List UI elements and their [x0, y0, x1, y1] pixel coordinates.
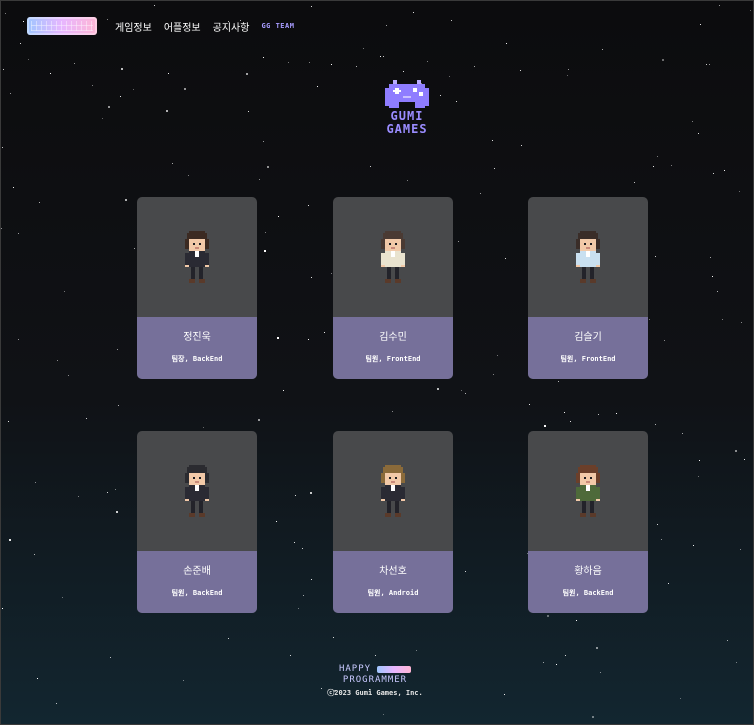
avatar-area — [528, 197, 648, 317]
member-info: 황하음 팀원, BackEnd — [528, 551, 648, 613]
member-info: 정진욱 팀장, BackEnd — [137, 317, 257, 379]
footer-happy-row: HAPPY — [300, 664, 450, 675]
pixel-avatar-icon — [381, 465, 405, 517]
pixel-avatar-icon — [185, 465, 209, 517]
member-role: 팀원, FrontEnd — [560, 355, 616, 363]
nav-notice[interactable]: 공지사항 — [213, 19, 250, 34]
member-role: 팀원, Android — [367, 589, 419, 597]
member-name: 차선호 — [379, 566, 407, 577]
avatar-area — [333, 197, 453, 317]
member-name: 황하음 — [574, 566, 602, 577]
member-info: 김슬기 팀원, FrontEnd — [528, 317, 648, 379]
nav-game-info[interactable]: 게임정보 — [115, 19, 152, 34]
member-role: 팀원, BackEnd — [562, 589, 614, 597]
pixel-avatar-icon — [576, 465, 600, 517]
avatar-area — [137, 197, 257, 317]
member-name: 김수민 — [379, 332, 407, 343]
member-name: 김슬기 — [574, 332, 602, 343]
member-name: 정진욱 — [183, 332, 211, 343]
brand: GUMI GAMES — [342, 80, 472, 136]
member-role: 팀원, FrontEnd — [365, 355, 421, 363]
avatar-area — [137, 431, 257, 551]
member-name: 손준배 — [183, 566, 211, 577]
gamepad-icon — [385, 80, 429, 108]
footer-programmer: PROGRAMMER — [342, 675, 408, 685]
nav-gg-team[interactable]: GG TEAM — [261, 22, 294, 30]
member-card[interactable]: 김수민 팀원, FrontEnd — [333, 197, 453, 379]
header: 게임정보 어플정보 공지사항 GG TEAM — [27, 15, 306, 37]
member-info: 손준배 팀원, BackEnd — [137, 551, 257, 613]
avatar-area — [333, 431, 453, 551]
nav-app-info[interactable]: 어플정보 — [164, 19, 201, 34]
member-card[interactable]: 황하음 팀원, BackEnd — [528, 431, 648, 613]
pixel-avatar-icon — [185, 231, 209, 283]
member-info: 차선호 팀원, Android — [333, 551, 453, 613]
keyboard-logo-icon[interactable] — [27, 17, 97, 35]
member-card[interactable]: 정진욱 팀장, BackEnd — [137, 197, 257, 379]
member-card[interactable]: 차선호 팀원, Android — [333, 431, 453, 613]
member-role: 팀원, BackEnd — [171, 589, 223, 597]
member-info: 김수민 팀원, FrontEnd — [333, 317, 453, 379]
pixel-avatar-icon — [381, 231, 405, 283]
avatar-area — [528, 431, 648, 551]
footer: HAPPY PROGRAMMER ⓒ2023 Gumi Games, Inc. — [300, 664, 450, 698]
member-card[interactable]: 김슬기 팀원, FrontEnd — [528, 197, 648, 379]
member-role: 팀장, BackEnd — [171, 355, 223, 363]
footer-copyright: ⓒ2023 Gumi Games, Inc. — [327, 689, 423, 697]
keyboard-mini-icon — [377, 666, 412, 673]
footer-happy: HAPPY — [338, 664, 372, 674]
main-nav: 게임정보 어플정보 공지사항 GG TEAM — [115, 19, 306, 34]
brand-title-line2: GAMES — [386, 122, 428, 136]
pixel-avatar-icon — [576, 231, 600, 283]
member-card[interactable]: 손준배 팀원, BackEnd — [137, 431, 257, 613]
